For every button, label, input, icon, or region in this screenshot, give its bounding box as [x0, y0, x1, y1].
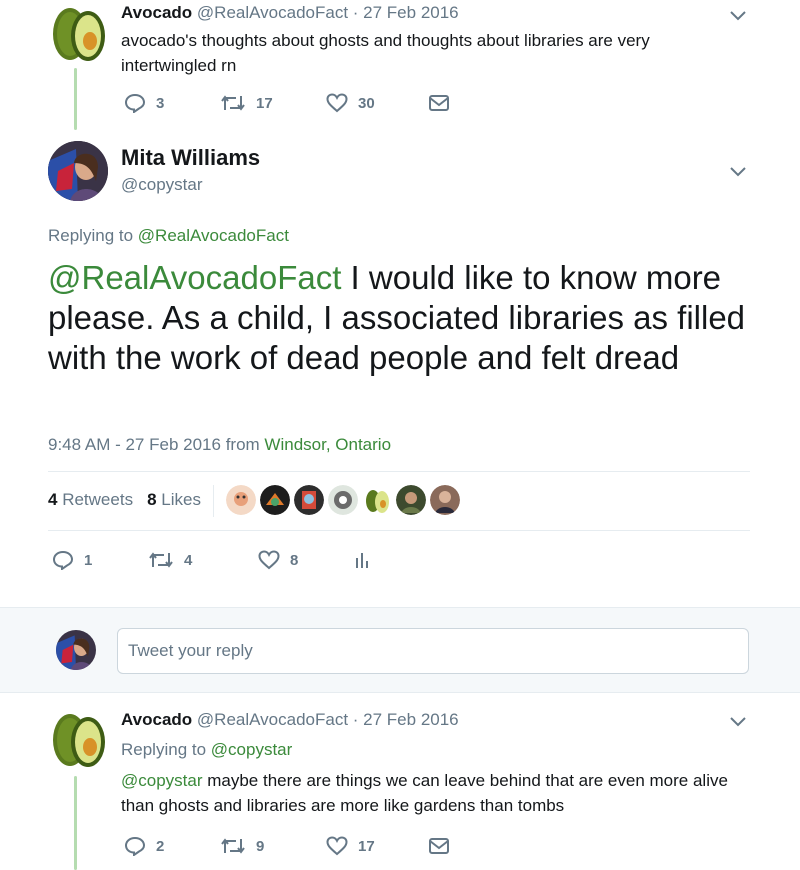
dm-envelope-icon	[429, 838, 449, 854]
author-name[interactable]: Avocado	[121, 3, 192, 22]
tweet-text-body: maybe there are things we can leave behi…	[202, 771, 728, 790]
tweet-stats: 4 Retweets 8 Likes	[48, 490, 201, 510]
user-avatar-icon	[56, 630, 96, 670]
divider	[48, 471, 750, 472]
tweet-header: Avocado @RealAvocadoFact · 27 Feb 2016	[121, 710, 459, 730]
liker-avatar-icon[interactable]	[328, 485, 358, 515]
tweet-text-line: intertwingled rn	[121, 56, 237, 75]
like-button[interactable]: 8	[258, 550, 354, 570]
likes-stat-count: 8	[147, 490, 157, 509]
liker-avatar-icon[interactable]	[430, 485, 460, 515]
reply-icon	[124, 836, 146, 856]
location-link[interactable]: Windsor, Ontario	[264, 435, 391, 454]
main-tweet-text: @RealAvocadoFact I would like to know mo…	[48, 258, 768, 378]
chevron-down-icon[interactable]	[728, 6, 748, 26]
tweet-timestamp[interactable]: 9:48 AM - 27 Feb 2016	[48, 435, 221, 454]
like-count: 8	[290, 551, 299, 569]
analytics-icon	[356, 553, 368, 568]
tweet-text: @copystar maybe there are things we can …	[121, 768, 728, 818]
tweet-text-line: avocado's thoughts about ghosts and thou…	[121, 31, 650, 50]
retweets-stat-count: 4	[48, 490, 58, 509]
retweet-button[interactable]: 9	[220, 836, 326, 856]
mention-link[interactable]: @RealAvocadoFact	[48, 259, 341, 296]
replying-to: Replying to @copystar	[121, 740, 292, 760]
reply-count: 1	[84, 551, 93, 569]
like-icon	[326, 93, 348, 113]
reply-icon	[52, 550, 74, 570]
tweet-text-line: than ghosts and libraries are more like …	[121, 796, 565, 815]
tweet-text-line: @copystar maybe there are things we can …	[121, 768, 728, 793]
dm-button[interactable]	[428, 837, 450, 855]
likes-stat-label: Likes	[161, 490, 201, 509]
retweet-icon	[221, 95, 245, 111]
tweet-date[interactable]: · 27 Feb 2016	[353, 3, 459, 22]
replying-to: Replying to @RealAvocadoFact	[48, 226, 289, 246]
author-handle[interactable]: @RealAvocadoFact	[197, 710, 348, 729]
retweet-count: 17	[256, 94, 273, 112]
like-icon	[258, 550, 280, 570]
tweet-date[interactable]: · 27 Feb 2016	[353, 710, 459, 729]
reply-count: 2	[156, 837, 165, 855]
retweet-count: 4	[184, 551, 193, 569]
thread-connector	[74, 776, 77, 870]
like-icon	[326, 836, 348, 856]
dm-button[interactable]	[428, 94, 450, 112]
liker-avatar-icon[interactable]	[226, 485, 256, 515]
user-avatar-icon[interactable]	[48, 141, 108, 201]
reply-button[interactable]: 3	[124, 93, 220, 113]
replying-label: Replying to	[48, 226, 134, 245]
reply-icon	[124, 93, 146, 113]
tweet-actions: 1 4 8	[52, 550, 370, 570]
reply-input[interactable]: Tweet your reply	[117, 628, 749, 674]
from-label: from	[225, 435, 260, 454]
replying-label: Replying to	[121, 740, 207, 759]
author-handle[interactable]: @copystar	[121, 175, 203, 195]
retweet-button[interactable]: 17	[220, 93, 326, 113]
like-button[interactable]: 17	[326, 836, 428, 856]
like-count: 17	[358, 837, 375, 855]
like-count: 30	[358, 94, 375, 112]
author-name[interactable]: Avocado	[121, 710, 192, 729]
retweet-count: 9	[256, 837, 265, 855]
chevron-down-icon[interactable]	[728, 712, 748, 732]
liker-avatars	[226, 485, 460, 515]
tweet-avocado-1: Avocado @RealAvocadoFact · 27 Feb 2016 a…	[0, 0, 800, 135]
tweet-header: Avocado @RealAvocadoFact · 27 Feb 2016	[121, 3, 459, 23]
thread-connector	[74, 68, 77, 130]
like-button[interactable]: 30	[326, 93, 428, 113]
divider	[213, 485, 214, 517]
retweet-icon	[149, 552, 173, 568]
chevron-down-icon[interactable]	[728, 162, 748, 182]
analytics-button[interactable]	[354, 550, 370, 570]
tweet-actions: 2 9 17	[124, 836, 450, 856]
avocado-avatar-icon[interactable]	[50, 2, 106, 62]
dm-envelope-icon	[429, 95, 449, 111]
avocado-avatar-icon[interactable]	[50, 708, 106, 768]
divider	[48, 530, 750, 531]
liker-avatar-icon[interactable]	[362, 485, 392, 515]
retweets-stat-label: Retweets	[62, 490, 134, 509]
reply-count: 3	[156, 94, 165, 112]
tweet-text: avocado's thoughts about ghosts and thou…	[121, 28, 650, 78]
retweets-stat[interactable]: 4 Retweets	[48, 490, 133, 510]
tweet-actions: 3 17 30	[124, 93, 450, 113]
author-name[interactable]: Mita Williams	[121, 145, 260, 171]
reply-button[interactable]: 2	[124, 836, 220, 856]
liker-avatar-icon[interactable]	[396, 485, 426, 515]
liker-avatar-icon[interactable]	[294, 485, 324, 515]
replying-to-link[interactable]: @RealAvocadoFact	[138, 226, 289, 245]
retweet-button[interactable]: 4	[148, 550, 258, 570]
retweet-icon	[221, 838, 245, 854]
mention-link[interactable]: @copystar	[121, 771, 203, 790]
author-handle[interactable]: @RealAvocadoFact	[197, 3, 348, 22]
tweet-meta: 9:48 AM - 27 Feb 2016 from Windsor, Onta…	[48, 435, 391, 455]
likes-stat[interactable]: 8 Likes	[147, 490, 201, 510]
reply-button[interactable]: 1	[52, 550, 148, 570]
liker-avatar-icon[interactable]	[260, 485, 290, 515]
tweet-avocado-2: Avocado @RealAvocadoFact · 27 Feb 2016 R…	[0, 700, 800, 870]
replying-to-link[interactable]: @copystar	[211, 740, 293, 759]
